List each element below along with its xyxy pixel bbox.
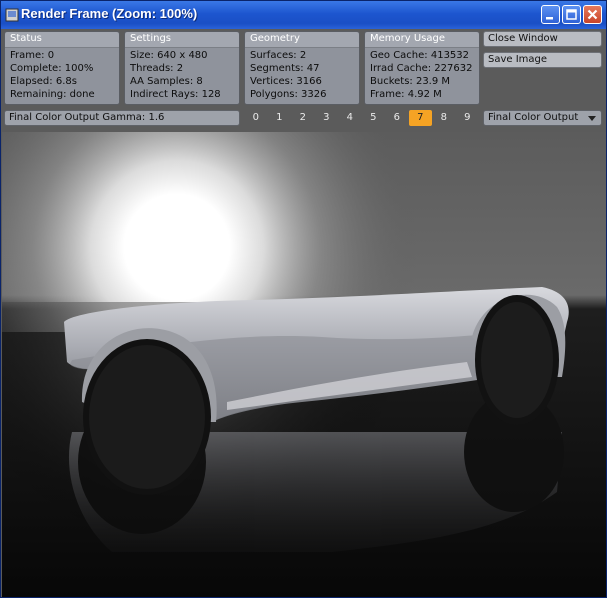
buffer-8-button[interactable]: 8 xyxy=(432,110,456,126)
buffer-0-button[interactable]: 0 xyxy=(244,110,268,126)
geometry-polygons: Polygons: 3326 xyxy=(250,89,327,100)
title-bar[interactable]: Render Frame (Zoom: 100%) xyxy=(1,1,606,29)
buffer-4-button[interactable]: 4 xyxy=(338,110,362,126)
buffer-3-button[interactable]: 3 xyxy=(315,110,339,126)
app-icon xyxy=(5,7,19,22)
geometry-vertices: Vertices: 3166 xyxy=(250,76,322,87)
save-image-button[interactable]: Save Image xyxy=(483,52,602,68)
memory-irrad-cache: Irrad Cache: 227632 xyxy=(370,63,473,74)
settings-size: Size: 640 x 480 xyxy=(130,50,208,61)
settings-aa-samples: AA Samples: 8 xyxy=(130,76,203,87)
memory-geo-cache: Geo Cache: 413532 xyxy=(370,50,470,61)
geometry-panel-title: Geometry xyxy=(250,33,300,44)
geometry-segments: Segments: 47 xyxy=(250,63,320,74)
buffer-1-button[interactable]: 1 xyxy=(268,110,292,126)
maximize-icon xyxy=(566,9,577,20)
geometry-panel: Geometry Surfaces: 2 Segments: 47 Vertic… xyxy=(244,31,360,105)
render-frame-window: Render Frame (Zoom: 100%) Status Frame: … xyxy=(0,0,607,598)
status-elapsed: Elapsed: 6.8s xyxy=(10,76,77,87)
geometry-panel-header: Geometry xyxy=(245,32,359,48)
settings-threads: Threads: 2 xyxy=(130,63,184,74)
memory-panel: Memory Usage Geo Cache: 413532 Irrad Cac… xyxy=(364,31,480,105)
status-remaining: Remaining: done xyxy=(10,89,95,100)
settings-indirect-rays: Indirect Rays: 128 xyxy=(130,89,221,100)
close-window-button[interactable]: Close Window xyxy=(483,31,602,47)
memory-frame: Frame: 4.92 M xyxy=(370,89,442,100)
memory-panel-header: Memory Usage xyxy=(365,32,479,48)
minimize-icon xyxy=(546,17,553,20)
window-title: Render Frame (Zoom: 100%) xyxy=(21,6,198,21)
maximize-button[interactable] xyxy=(562,5,581,24)
status-panel-header: Status xyxy=(5,32,119,48)
status-complete: Complete: 100% xyxy=(10,63,94,74)
settings-panel-title: Settings xyxy=(130,33,172,44)
buffer-6-button[interactable]: 6 xyxy=(385,110,409,126)
gamma-field[interactable]: Final Color Output Gamma: 1.6 xyxy=(4,110,240,126)
output-select[interactable]: Final Color Output xyxy=(483,110,602,126)
status-frame: Frame: 0 xyxy=(10,50,55,61)
minimize-button[interactable] xyxy=(541,5,560,24)
settings-panel: Settings Size: 640 x 480 Threads: 2 AA S… xyxy=(124,31,240,105)
buffer-5-button[interactable]: 5 xyxy=(362,110,386,126)
settings-panel-header: Settings xyxy=(125,32,239,48)
status-panel: Status Frame: 0 Complete: 100% Elapsed: … xyxy=(4,31,120,105)
status-panel-title: Status xyxy=(10,33,42,44)
buffer-7-button[interactable]: 7 xyxy=(408,110,432,126)
render-viewport xyxy=(2,132,606,597)
close-button[interactable] xyxy=(583,5,602,24)
buffer-9-button[interactable]: 9 xyxy=(456,110,480,126)
memory-buckets: Buckets: 23.9 M xyxy=(370,76,451,87)
chevron-down-icon xyxy=(588,116,596,121)
close-icon xyxy=(587,9,598,20)
buffer-2-button[interactable]: 2 xyxy=(291,110,315,126)
buffer-selector: 0 1 2 3 4 5 6 7 8 9 xyxy=(244,110,479,126)
geometry-surfaces: Surfaces: 2 xyxy=(250,50,307,61)
memory-panel-title: Memory Usage xyxy=(370,33,446,44)
output-select-value: Final Color Output xyxy=(488,112,579,123)
